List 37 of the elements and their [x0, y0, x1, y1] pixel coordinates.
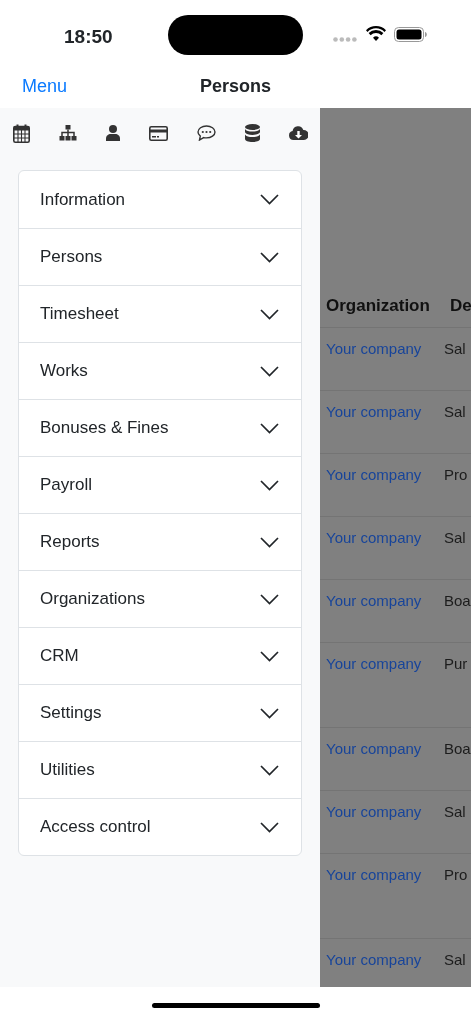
table-cell-text: Pro	[444, 465, 468, 485]
table-cell-text: Sal	[444, 802, 466, 822]
menu-section[interactable]: Timesheet	[19, 285, 301, 342]
menu-section[interactable]: Information	[19, 171, 301, 228]
menu-section[interactable]: Works	[19, 342, 301, 399]
menu-button[interactable]: Menu	[22, 73, 68, 100]
menu-section[interactable]: Organizations	[19, 570, 301, 627]
cloud-download-icon[interactable]	[289, 124, 308, 142]
table-cell-text: Sal	[444, 950, 466, 970]
column-header: De	[449, 295, 471, 318]
menu-section[interactable]: Reports	[19, 513, 301, 570]
menu-section[interactable]: Payroll	[19, 456, 301, 513]
wifi-icon	[366, 26, 386, 41]
menu-section[interactable]: Access control	[19, 798, 301, 855]
calendar-icon[interactable]	[13, 124, 30, 142]
menu-section[interactable]: Persons	[19, 228, 301, 285]
table-cell-text: Pro	[444, 865, 468, 885]
chat-bubble-icon[interactable]	[197, 124, 216, 142]
database-icon[interactable]	[245, 124, 260, 142]
menu-section[interactable]: Utilities	[19, 741, 301, 798]
table-cell-text: Sal	[444, 339, 466, 359]
table-cell-text: Sal	[444, 528, 466, 548]
table-cell-text: Boa	[444, 591, 471, 611]
screen-title: Persons	[199, 75, 271, 98]
column-header: Organization	[325, 295, 431, 318]
sitemap-icon[interactable]	[59, 124, 77, 142]
status-time: 18:50	[64, 25, 113, 49]
credit-card-icon[interactable]	[149, 124, 168, 142]
menu-section[interactable]: Settings	[19, 684, 301, 741]
battery-icon	[394, 27, 428, 42]
signal-icon	[333, 37, 357, 42]
table-cell-text: Pur	[444, 654, 468, 674]
menu-section[interactable]: Bonuses & Fines	[19, 399, 301, 456]
menu-section[interactable]: CRM	[19, 627, 301, 684]
user-icon[interactable]	[106, 124, 120, 142]
table-cell-text: Boa	[444, 739, 471, 759]
table-cell-text: Sal	[444, 402, 466, 422]
